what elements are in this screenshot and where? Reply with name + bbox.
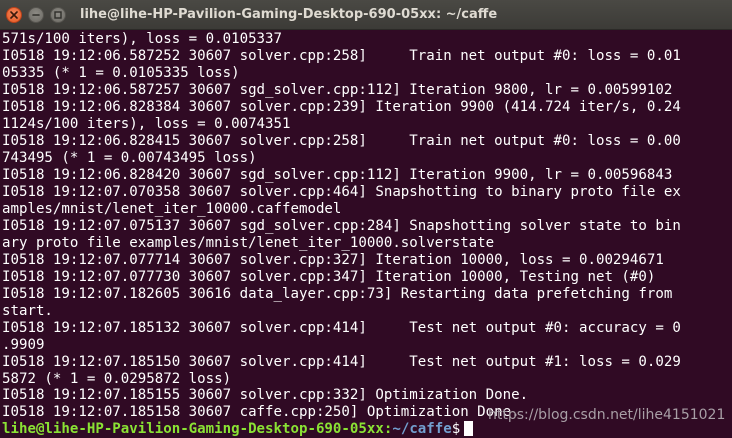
terminal-line: I0518 19:12:06.828420 30607 sgd_solver.c…	[2, 167, 673, 183]
terminal-line: I0518 19:12:07.075137 30607 sgd_solver.c…	[2, 218, 681, 234]
terminal-output[interactable]: 571s/100 iters), loss = 0.0105337 I0518 …	[0, 31, 732, 438]
terminal-line: I0518 19:12:07.185150 30607 solver.cpp:4…	[2, 354, 681, 370]
close-button[interactable]	[6, 7, 22, 23]
terminal-line: I0518 19:12:06.587257 30607 sgd_solver.c…	[2, 82, 673, 98]
terminal-line: I0518 19:12:07.185158 30607 caffe.cpp:25…	[2, 404, 520, 420]
terminal-line: .9909	[2, 337, 45, 353]
terminal-line: 05335 (* 1 = 0.0105335 loss)	[2, 65, 240, 81]
minimize-button[interactable]	[28, 7, 44, 23]
terminal-line: 571s/100 iters), loss = 0.0105337	[2, 31, 283, 47]
maximize-icon	[54, 11, 62, 19]
terminal-line: I0518 19:12:07.077730 30607 solver.cpp:3…	[2, 269, 656, 285]
terminal-line: I0518 19:12:06.828415 30607 solver.cpp:2…	[2, 133, 681, 149]
watermark: https://blog.csdn.net/lihe4151021	[488, 407, 726, 423]
terminal-line: I0518 19:12:06.587252 30607 solver.cpp:2…	[2, 48, 681, 64]
terminal-line: start.	[2, 303, 53, 319]
terminal-line: 743495 (* 1 = 0.00743495 loss)	[2, 150, 257, 166]
terminal-line: I0518 19:12:07.182605 30616 data_layer.c…	[2, 286, 673, 302]
close-icon	[10, 11, 18, 19]
prompt-user-host: lihe@lihe-HP-Pavilion-Gaming-Desktop-690…	[2, 421, 384, 437]
window-title: lihe@lihe-HP-Pavilion-Gaming-Desktop-690…	[80, 7, 498, 22]
prompt-path: ~/caffe	[392, 421, 452, 437]
text-cursor	[464, 421, 474, 436]
shell-prompt[interactable]: lihe@lihe-HP-Pavilion-Gaming-Desktop-690…	[2, 421, 474, 438]
maximize-button[interactable]	[50, 7, 66, 23]
prompt-symbol: $	[451, 421, 461, 437]
minimize-icon	[32, 14, 40, 16]
terminal-line: 5872 (* 1 = 0.0295872 loss)	[2, 371, 232, 387]
terminal-line: ary proto file examples/mnist/lenet_iter…	[2, 235, 495, 251]
terminal-line: amples/mnist/lenet_iter_10000.caffemodel	[2, 201, 342, 217]
terminal-line: I0518 19:12:06.828384 30607 solver.cpp:2…	[2, 99, 681, 115]
terminal-line: I0518 19:12:07.077714 30607 solver.cpp:3…	[2, 252, 664, 268]
title-bar[interactable]: lihe@lihe-HP-Pavilion-Gaming-Desktop-690…	[0, 0, 732, 30]
terminal-line: I0518 19:12:07.070358 30607 solver.cpp:4…	[2, 184, 681, 200]
terminal-line: I0518 19:12:07.185155 30607 solver.cpp:3…	[2, 387, 529, 403]
terminal-line: 1124s/100 iters), loss = 0.0074351	[2, 116, 291, 132]
terminal-line: I0518 19:12:07.185132 30607 solver.cpp:4…	[2, 320, 681, 336]
terminal-window: lihe@lihe-HP-Pavilion-Gaming-Desktop-690…	[0, 0, 732, 438]
